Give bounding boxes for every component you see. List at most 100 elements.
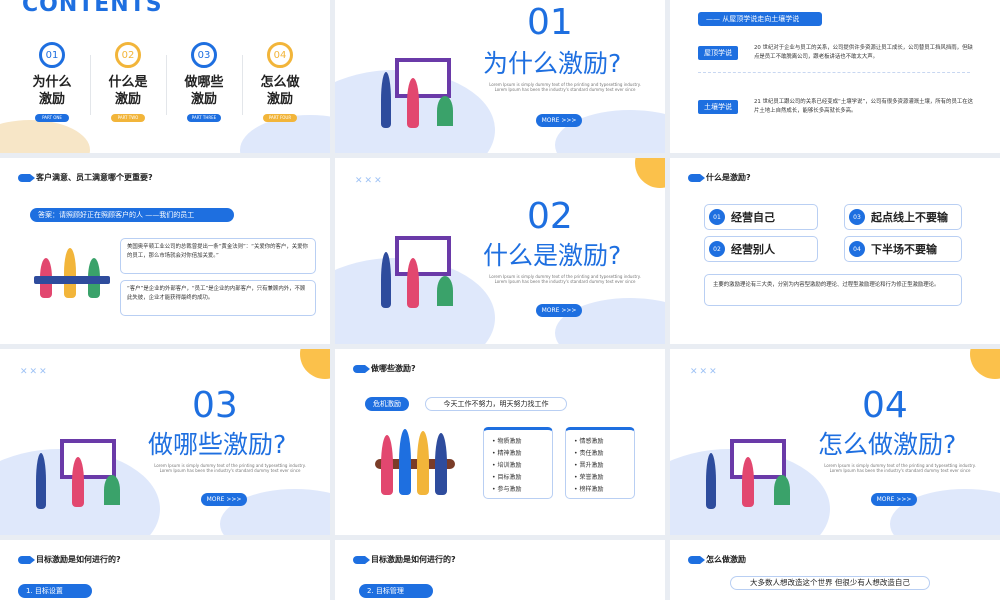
divider [90,55,91,115]
list-item: • 精神激励 [492,450,522,457]
lorem-text: Lorem Ipsum is simply dummy text of the … [489,82,641,92]
illustration-person [381,252,391,308]
divider [242,55,243,115]
illustration-board [395,236,451,276]
slide-heading: 目标激励是如何进行的? [18,554,121,565]
illustration-board [730,439,786,479]
point-card-03[interactable]: 03 起点线上不要输 [844,204,962,230]
roof-text: 20 世纪对于企业与员工的关系，公司提供许多资源让员工成长，公司替员工挡风挡雨，… [754,45,973,60]
slide-what-is[interactable]: 什么是激励? 01 经营自己 03 起点线上不要输 02 经营别人 04 下半场… [670,158,1000,344]
slide-goal-setting[interactable]: 目标激励是如何进行的? 1. 目标设置 [0,540,330,600]
divider [166,55,167,115]
point-text: 经营自己 [731,211,775,224]
slide-section-03[interactable]: ✕✕✕ 03 做哪些激励? Lorem Ipsum is simply dumm… [0,349,330,535]
section-title: 什么是激励? [483,241,622,270]
illustration-plant [104,475,120,505]
incentive-list-2: • 情感激励 • 责任激励 • 晋升激励 • 荣誉激励 • 榜样激励 [565,427,635,499]
slide-section-04[interactable]: ✕✕✕ 04 怎么做激励? Lorem Ipsum is simply dumm… [670,349,1000,535]
illustration-person [381,72,391,128]
soil-text: 21 世纪员工跟公司的关系已经变成“土壤学说”，公司有很多资源灌溉土壤，所有的员… [754,99,974,114]
slide-which-incentives[interactable]: 做哪些激励? 危机激励 今天工作不努力，明天努力找工作 • 物质激励 • 精神激… [335,349,665,535]
point-number: 04 [849,241,865,257]
illustration-person [72,457,84,507]
decor-blob [0,120,90,153]
point-card-04[interactable]: 04 下半场不要输 [844,236,962,262]
slide-section-02[interactable]: ✕✕✕ 02 什么是激励? Lorem Ipsum is simply dumm… [335,158,665,344]
illustration-plant [774,475,790,505]
lorem-text: Lorem Ipsum is simply dummy text of the … [489,274,641,284]
slide-goal-management[interactable]: 目标激励是如何进行的? 2. 目标管理 [335,540,665,600]
section-title: 怎么做激励? [818,430,957,459]
number-circle: 04 [267,42,293,68]
illustration-person [36,453,46,509]
part-tag: PART TWO [111,114,145,122]
item-label-line2: 激励 [190,92,217,107]
contents-item-1[interactable]: 01 为什么 激励 PART ONE [22,42,82,122]
more-button[interactable]: MORE >>> [201,493,247,506]
item-label-line1: 什么是 [108,75,148,90]
more-button[interactable]: MORE >>> [536,114,582,127]
number-circle: 03 [191,42,217,68]
illustration-person [706,453,716,509]
contents-item-2[interactable]: 02 什么是 激励 PART TWO [98,42,158,122]
illustration-person [399,429,411,495]
slide-how-to[interactable]: 怎么做激励 大多数人想改造这个世界 但很少有人想改造自己 [670,540,1000,600]
item-label-line2: 激励 [266,92,293,107]
list-item: • 荣誉激励 [574,474,604,481]
part-tag: PART ONE [35,114,69,122]
item-label-line1: 为什么 [32,75,72,90]
point-number: 02 [709,241,725,257]
section-title: 做哪些激励? [148,430,287,459]
slide-heading: 做哪些激励? [353,363,416,374]
slide-heading: 怎么做激励 [688,554,746,565]
list-item: • 情感激励 [574,438,604,445]
contents-item-4[interactable]: 04 怎么做 激励 PART FOUR [250,42,310,122]
section-title: 为什么激励? [483,49,622,78]
list-item: • 参与激励 [492,486,522,493]
number-circle: 02 [115,42,141,68]
theory-note: 主要的激励理论有三大类，分别为内容型激励的理论、过程型激励理论和行为修正型激励理… [704,274,962,306]
slogan-box: 大多数人想改造这个世界 但很少有人想改造自己 [730,576,930,590]
slide-section-01[interactable]: 01 为什么激励? Lorem Ipsum is simply dummy te… [335,0,665,153]
quote-box-2: “客户”是企业的外部客户，“员工”是企业的内部客户，只有兼顾内外，不顾此失彼，企… [120,280,316,316]
point-card-01[interactable]: 01 经营自己 [704,204,818,230]
decor-orange [300,349,330,379]
lorem-text: Lorem Ipsum is simply dummy text of the … [154,463,306,473]
point-card-02[interactable]: 02 经营别人 [704,236,818,262]
slogan-box: 今天工作不努力，明天努力找工作 [425,397,567,411]
step-pill: 2. 目标管理 [359,584,433,598]
number-circle: 01 [39,42,65,68]
decor-orange [635,158,665,188]
slide-customer-employee[interactable]: 客户满意、员工满意哪个更重要? 答案：请照顾好正在照顾客户的人 ——我们的员工 … [0,158,330,344]
soil-label: 土壤学说 [698,100,738,114]
slide-heading: 什么是激励? [688,172,751,183]
slide-roof-soil[interactable]: —— 从屋顶学说走向土壤学说 屋顶学说 20 世纪对于企业与员工的关系，公司提供… [670,0,1000,153]
slide-contents[interactable]: CONTENTS 01 为什么 激励 PART ONE 02 什么是 激励 PART… [0,0,330,153]
list-item: • 培训激励 [492,462,522,469]
more-button[interactable]: MORE >>> [536,304,582,317]
more-button[interactable]: MORE >>> [871,493,917,506]
part-tag: PART THREE [187,114,221,122]
list-item: • 责任激励 [574,450,604,457]
quote-box-1: 美国奥辛顿工业公司的总裁曾提出一条“黄金法则”：“关爱你的客户，关爱你的员工，那… [120,238,316,274]
illustration-person [381,435,393,495]
dashed-divider [698,72,970,73]
point-number: 01 [709,209,725,225]
cross-marks: ✕✕✕ [355,176,384,186]
contents-item-3[interactable]: 03 做哪些 激励 PART THREE [174,42,234,122]
point-text: 经营别人 [731,243,775,256]
illustration-person [407,78,419,128]
part-tag: PART FOUR [263,114,297,122]
list-item: • 物质激励 [492,438,522,445]
point-text: 下半场不要输 [871,243,937,256]
banner: —— 从屋顶学说走向土壤学说 [698,12,822,26]
illustration-person [435,433,447,495]
illustration-plant [437,96,453,126]
section-number: 02 [527,196,573,237]
incentive-list-1: • 物质激励 • 精神激励 • 培训激励 • 目标激励 • 参与激励 [483,427,553,499]
illustration-table [34,276,110,284]
illustration-person [417,431,429,495]
list-item: • 晋升激励 [574,462,604,469]
list-item: • 榜样激励 [574,486,604,493]
illustration-plant [437,276,453,306]
